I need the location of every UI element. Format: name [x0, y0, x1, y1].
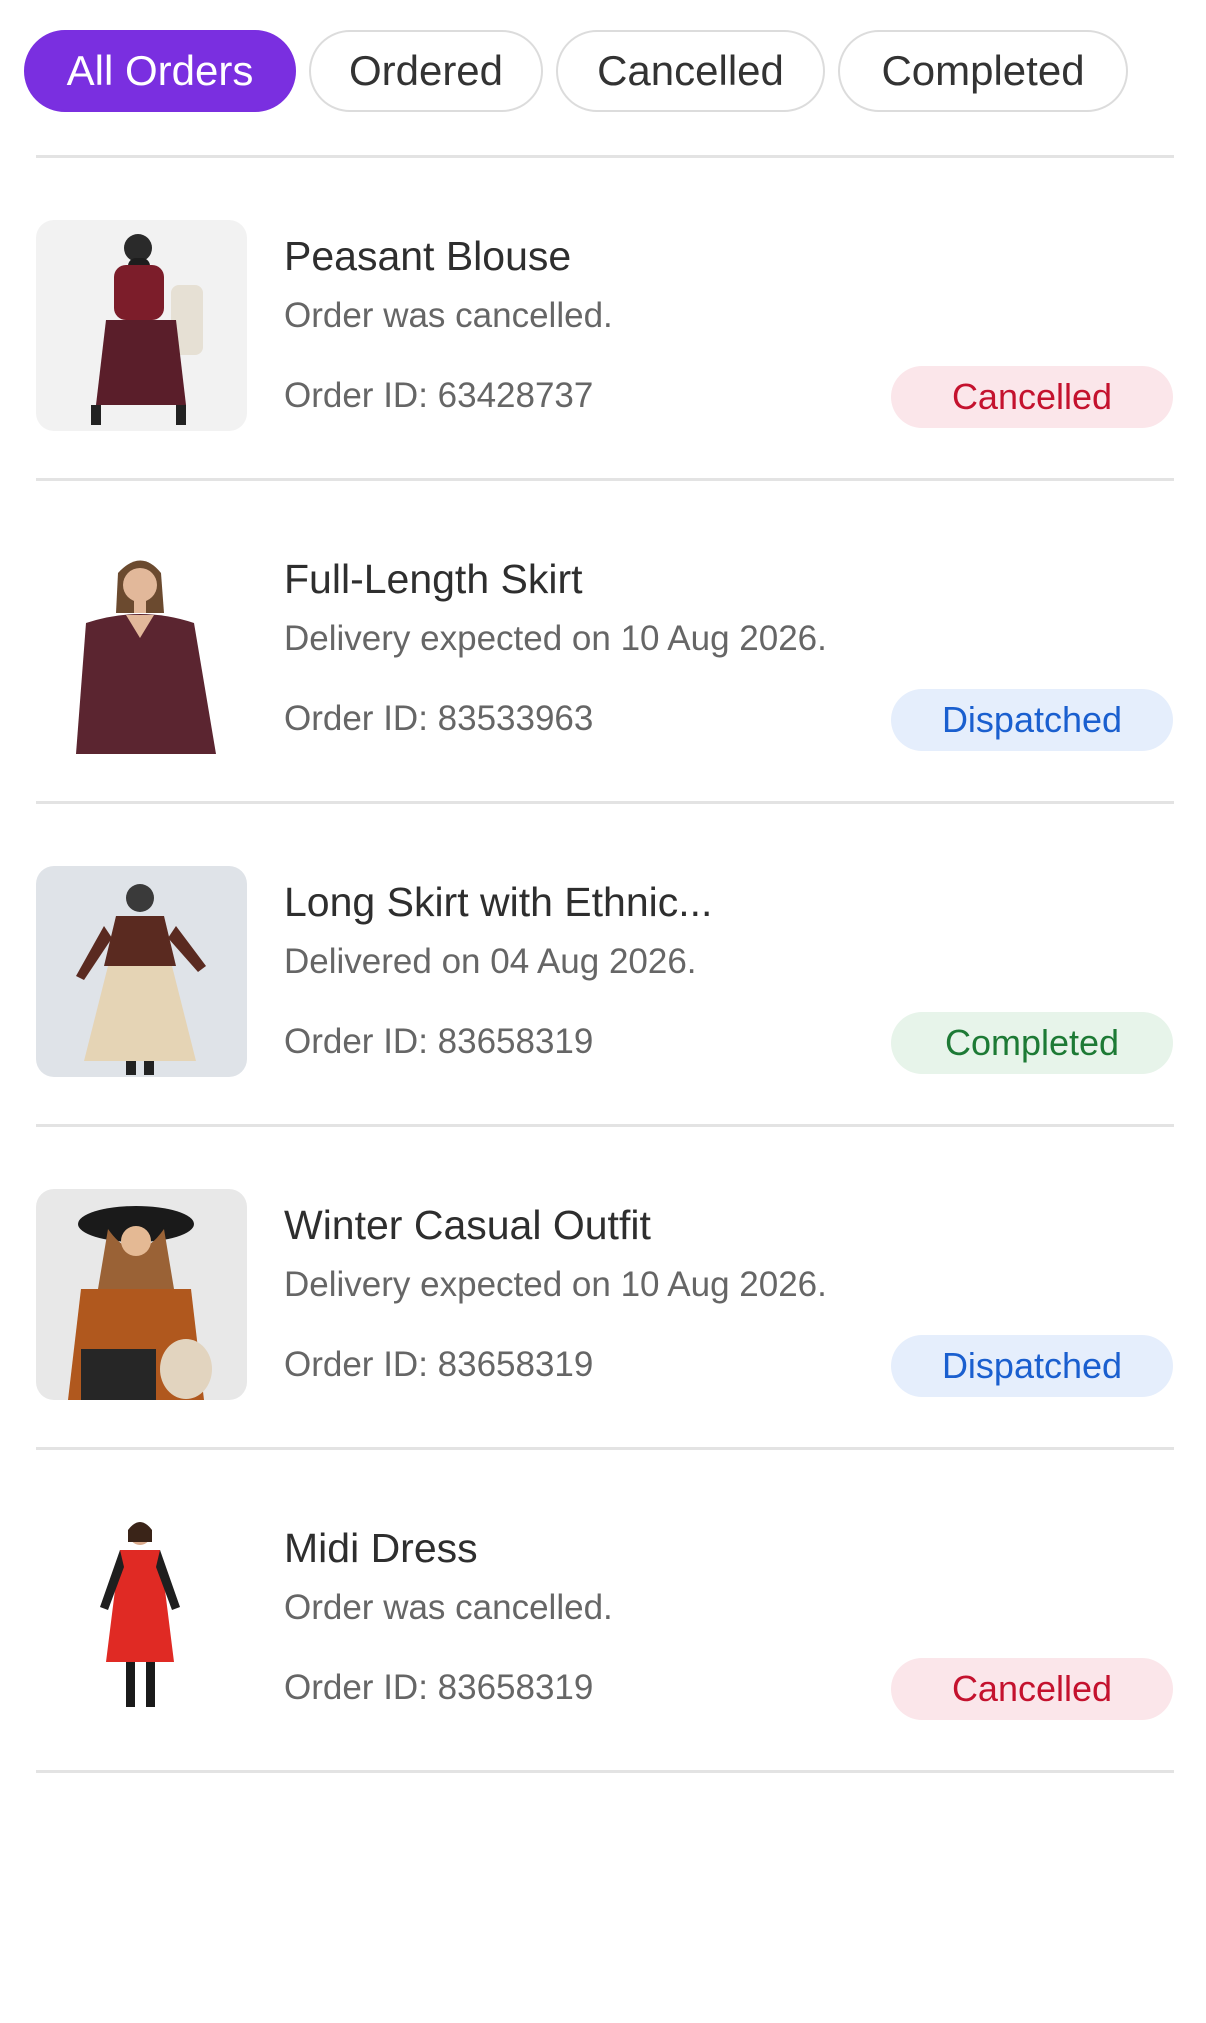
order-id: Order ID: 83658319 — [284, 1668, 594, 1707]
tab-completed[interactable]: Completed — [838, 30, 1128, 112]
product-title: Winter Casual Outfit — [284, 1202, 651, 1248]
status-badge: Cancelled — [891, 366, 1173, 428]
product-image — [36, 220, 247, 431]
order-status-text: Delivery expected on 10 Aug 2026. — [284, 1265, 827, 1304]
order-id: Order ID: 83658319 — [284, 1345, 594, 1384]
order-status-text: Delivered on 04 Aug 2026. — [284, 942, 697, 981]
divider — [36, 1770, 1174, 1773]
order-filter-tabs: All Orders Ordered Cancelled Completed — [24, 30, 1128, 112]
product-title: Long Skirt with Ethnic... — [284, 879, 713, 925]
order-status-text: Delivery expected on 10 Aug 2026. — [284, 619, 827, 658]
order-status-text: Order was cancelled. — [284, 296, 613, 335]
order-list: Peasant Blouse Order was cancelled. Orde… — [36, 155, 1174, 1773]
tab-cancelled[interactable]: Cancelled — [556, 30, 825, 112]
status-badge: Cancelled — [891, 1658, 1173, 1720]
order-id: Order ID: 83533963 — [284, 699, 594, 738]
order-status-text: Order was cancelled. — [284, 1588, 613, 1627]
status-badge: Dispatched — [891, 1335, 1173, 1397]
product-title: Midi Dress — [284, 1525, 478, 1571]
product-image — [36, 543, 247, 754]
product-image — [36, 1512, 247, 1723]
order-id: Order ID: 63428737 — [284, 376, 594, 415]
product-title: Full-Length Skirt — [284, 556, 583, 602]
product-image — [36, 866, 247, 1077]
order-id: Order ID: 83658319 — [284, 1022, 594, 1061]
status-badge: Dispatched — [891, 689, 1173, 751]
product-title: Peasant Blouse — [284, 233, 572, 279]
order-item[interactable]: Long Skirt with Ethnic... Delivered on 0… — [36, 804, 1174, 1124]
order-item[interactable]: Peasant Blouse Order was cancelled. Orde… — [36, 158, 1174, 478]
product-image — [36, 1189, 247, 1400]
status-badge: Completed — [891, 1012, 1173, 1074]
order-item[interactable]: Winter Casual Outfit Delivery expected o… — [36, 1127, 1174, 1447]
order-item[interactable]: Full-Length Skirt Delivery expected on 1… — [36, 481, 1174, 801]
tab-all-orders[interactable]: All Orders — [24, 30, 296, 112]
order-item[interactable]: Midi Dress Order was cancelled. Order ID… — [36, 1450, 1174, 1770]
tab-ordered[interactable]: Ordered — [309, 30, 543, 112]
